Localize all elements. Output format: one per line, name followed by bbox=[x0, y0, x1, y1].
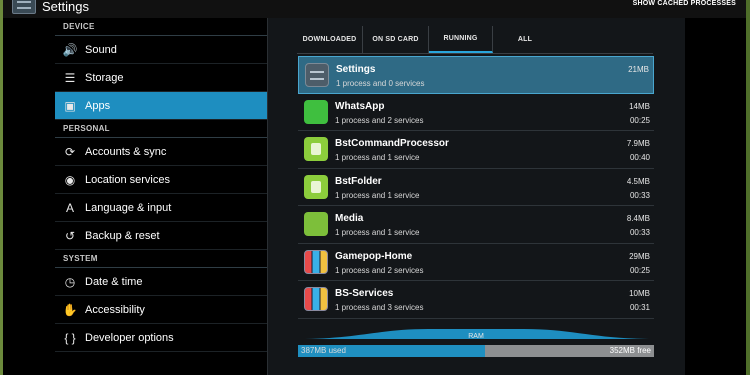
apps-tab-bar: DOWNLOADED ON SD CARD RUNNING ALL bbox=[297, 26, 653, 54]
sidebar-item-accounts[interactable]: ⟳ Accounts & sync bbox=[55, 138, 267, 166]
sidebar-item-label: Apps bbox=[85, 99, 111, 112]
sidebar-item-location[interactable]: ◉ Location services bbox=[55, 166, 267, 194]
sidebar-item-label: Accounts & sync bbox=[85, 145, 167, 158]
clock-icon: ◷ bbox=[64, 274, 76, 289]
apps-icon: ▣ bbox=[64, 98, 76, 113]
app-name: WhatsApp bbox=[335, 100, 385, 112]
ram-usage: RAM 387MB used 352MB free bbox=[298, 329, 654, 357]
app-size: 10MB bbox=[629, 289, 650, 298]
app-detail: 1 process and 1 service bbox=[335, 190, 420, 200]
app-time: 00:25 bbox=[629, 265, 650, 275]
media-icon bbox=[304, 212, 328, 236]
ram-label: RAM bbox=[468, 333, 484, 340]
list-item[interactable]: BS-Services 1 process and 3 services 10M… bbox=[298, 281, 654, 319]
volume-icon: 🔊 bbox=[62, 42, 78, 57]
sidebar-item-label: Location services bbox=[85, 173, 170, 186]
app-time: 00:40 bbox=[629, 153, 650, 162]
sidebar-item-label: Sound bbox=[85, 43, 117, 56]
sidebar-item-label: Language & input bbox=[85, 201, 172, 214]
storage-icon: ☰ bbox=[64, 70, 76, 85]
sidebar-item-sound[interactable]: 🔊 Sound bbox=[55, 36, 267, 64]
whatsapp-icon bbox=[304, 99, 328, 124]
list-item[interactable]: Gamepop-Home 1 process and 2 services 29… bbox=[298, 244, 654, 281]
location-icon: ◉ bbox=[64, 172, 76, 187]
ram-free-text: 352MB free bbox=[609, 346, 651, 355]
apps-panel: DOWNLOADED ON SD CARD RUNNING ALL Settin… bbox=[267, 18, 685, 375]
hand-icon: ✋ bbox=[62, 302, 78, 317]
app-name: BstFolder bbox=[335, 175, 382, 187]
tab-on-sd-card[interactable]: ON SD CARD bbox=[363, 26, 429, 53]
sidebar-item-apps[interactable]: ▣ Apps bbox=[55, 92, 267, 120]
settings-app-icon bbox=[305, 63, 329, 87]
sidebar-item-developer[interactable]: { } Developer options bbox=[55, 324, 267, 352]
backup-icon: ↺ bbox=[64, 228, 76, 243]
page-title: Settings bbox=[42, 0, 89, 14]
section-header-device: DEVICE bbox=[55, 18, 267, 36]
settings-sidebar: DEVICE 🔊 Sound ☰ Storage ▣ Apps PERSONAL… bbox=[55, 18, 267, 375]
list-item[interactable]: BstFolder 1 process and 1 service 4.5MB … bbox=[298, 169, 654, 206]
app-name: Media bbox=[335, 213, 364, 224]
settings-app-icon bbox=[12, 0, 36, 14]
gamepop-icon bbox=[304, 249, 328, 274]
android-icon bbox=[304, 174, 328, 199]
app-time: 00:31 bbox=[629, 303, 650, 312]
tab-downloaded[interactable]: DOWNLOADED bbox=[297, 26, 363, 53]
show-cached-processes-button[interactable]: SHOW CACHED PROCESSES bbox=[633, 0, 736, 7]
sidebar-item-storage[interactable]: ☰ Storage bbox=[55, 64, 267, 92]
app-size: 21MB bbox=[628, 65, 649, 74]
app-size: 7.9MB bbox=[626, 139, 650, 148]
sidebar-item-accessibility[interactable]: ✋ Accessibility bbox=[55, 296, 267, 324]
app-size: 14MB bbox=[629, 101, 650, 111]
app-detail: 1 process and 2 services bbox=[335, 265, 424, 275]
sidebar-item-label: Accessibility bbox=[85, 303, 145, 316]
list-item[interactable]: WhatsApp 1 process and 2 services 14MB 0… bbox=[298, 94, 654, 131]
keyboard-icon: A bbox=[65, 200, 74, 215]
app-name: Settings bbox=[336, 64, 376, 75]
tab-all[interactable]: ALL bbox=[493, 26, 557, 53]
title-bar: Settings SHOW CACHED PROCESSES bbox=[0, 0, 750, 18]
app-detail: 1 process and 2 services bbox=[335, 115, 424, 125]
sidebar-item-language[interactable]: A Language & input bbox=[55, 194, 267, 222]
section-header-system: SYSTEM bbox=[55, 250, 267, 268]
section-header-personal: PERSONAL bbox=[55, 120, 267, 138]
list-item[interactable]: BstCommandProcessor 1 process and 1 serv… bbox=[298, 131, 654, 169]
app-time: 00:33 bbox=[629, 228, 650, 237]
tab-running[interactable]: RUNNING bbox=[429, 26, 493, 53]
app-time: 00:25 bbox=[629, 115, 650, 125]
app-name: BstCommandProcessor bbox=[335, 138, 449, 149]
list-item[interactable]: Media 1 process and 1 service 8.4MB 00:3… bbox=[298, 206, 654, 244]
sync-icon: ⟳ bbox=[64, 144, 76, 159]
sidebar-item-label: Backup & reset bbox=[85, 229, 160, 242]
sidebar-item-label: Developer options bbox=[85, 331, 174, 344]
sidebar-item-label: Date & time bbox=[85, 275, 143, 288]
app-size: 29MB bbox=[629, 251, 650, 261]
ram-used-text: 387MB used bbox=[301, 346, 346, 355]
android-icon bbox=[304, 137, 328, 161]
braces-icon: { } bbox=[64, 330, 76, 345]
app-name: BS-Services bbox=[335, 288, 394, 299]
bs-services-icon bbox=[304, 287, 328, 311]
app-detail: 1 process and 3 services bbox=[335, 303, 424, 312]
sidebar-item-backup[interactable]: ↺ Backup & reset bbox=[55, 222, 267, 250]
app-size: 4.5MB bbox=[626, 176, 650, 186]
app-detail: 1 process and 1 service bbox=[335, 228, 420, 237]
app-name: Gamepop-Home bbox=[335, 250, 413, 262]
list-item[interactable]: Settings 1 process and 0 services 21MB bbox=[298, 56, 654, 94]
running-apps-list: Settings 1 process and 0 services 21MB W… bbox=[298, 56, 654, 319]
app-detail: 1 process and 0 services bbox=[336, 79, 425, 88]
app-detail: 1 process and 1 service bbox=[335, 153, 420, 162]
app-time: 00:33 bbox=[629, 190, 650, 200]
app-size: 8.4MB bbox=[626, 214, 650, 223]
ram-usage-bar bbox=[298, 345, 654, 357]
sidebar-item-date-time[interactable]: ◷ Date & time bbox=[55, 268, 267, 296]
sidebar-item-label: Storage bbox=[85, 71, 124, 84]
